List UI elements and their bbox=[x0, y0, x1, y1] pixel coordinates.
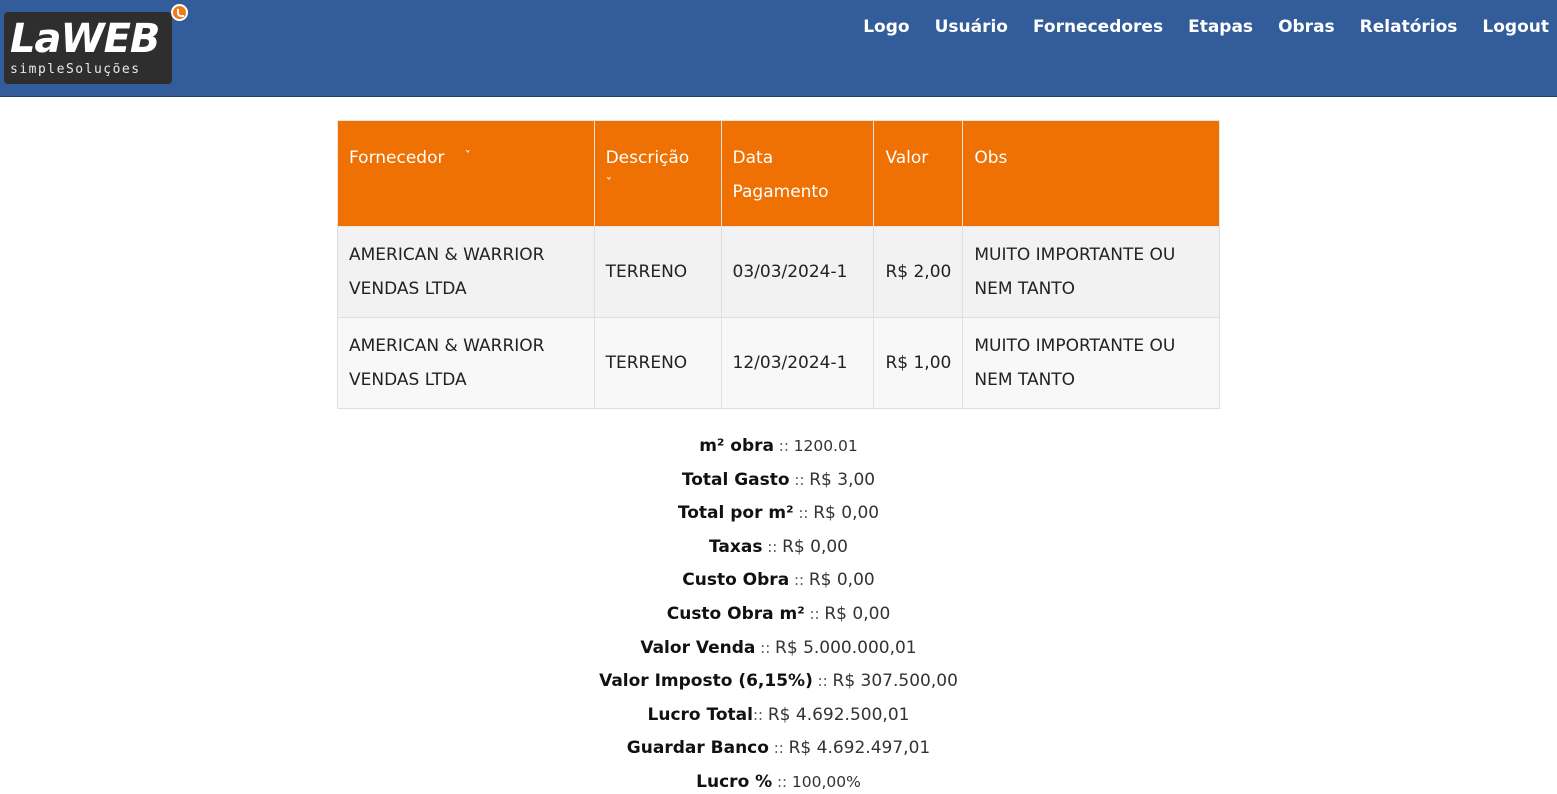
summary-lucro-total: Lucro Total:: R$ 4.692.500,01 bbox=[0, 697, 1557, 731]
nav-logout[interactable]: Logout bbox=[1482, 14, 1549, 40]
summary-valor-venda: Valor Venda :: R$ 5.000.000,01 bbox=[0, 630, 1557, 664]
summary-label: Taxas bbox=[709, 536, 763, 557]
summary-separator: :: bbox=[752, 705, 768, 724]
col-header-valor: Valor bbox=[873, 120, 964, 227]
summary-total-gasto: Total Gasto :: R$ 3,00 bbox=[0, 462, 1557, 496]
summary-value: 100,00% bbox=[791, 772, 861, 791]
summary-custo-obra: Custo Obra :: R$ 0,00 bbox=[0, 562, 1557, 596]
summary-separator: :: bbox=[804, 604, 825, 623]
logo-badge-icon bbox=[171, 4, 188, 21]
col-header-fornecedor[interactable]: Fornecedor ˇ bbox=[337, 120, 595, 227]
cell-fornecedor-line2: VENDAS LTDA bbox=[349, 279, 467, 299]
nav-fornecedores[interactable]: Fornecedores bbox=[1033, 14, 1163, 40]
summary-value: R$ 0,00 bbox=[808, 570, 875, 591]
table-row: AMERICAN & WARRIOR VENDAS LTDA TERRENO 1… bbox=[337, 317, 1220, 409]
summary-label: Total por m² bbox=[677, 503, 794, 524]
col-header-descricao[interactable]: Descrição ˇ bbox=[593, 120, 722, 227]
summary-label: Custo Obra m² bbox=[666, 603, 805, 624]
col-header-data-label: Data bbox=[732, 148, 774, 168]
summary-guardar-banco: Guardar Banco :: R$ 4.692.497,01 bbox=[0, 730, 1557, 764]
summary-value: R$ 307.500,00 bbox=[832, 671, 958, 692]
summary-label: Custo Obra bbox=[682, 570, 790, 591]
main-nav: Logo Usuário Fornecedores Etapas Obras R… bbox=[838, 14, 1549, 40]
col-header-obs: Obs bbox=[962, 120, 1220, 227]
summary-value: R$ 0,00 bbox=[824, 603, 891, 624]
summary-separator: :: bbox=[768, 739, 789, 758]
summary-label: Lucro Total bbox=[647, 704, 753, 725]
summary-label: Valor Venda bbox=[640, 637, 756, 658]
summary-value: R$ 4.692.497,01 bbox=[788, 738, 931, 759]
summary-value: R$ 4.692.500,01 bbox=[767, 704, 910, 725]
col-header-valor-label: Valor bbox=[885, 148, 929, 168]
col-header-descricao-label: Descrição bbox=[605, 148, 690, 168]
summary-separator: :: bbox=[774, 437, 794, 455]
summary-label: Valor Imposto (6,15%) bbox=[599, 671, 813, 692]
summary-value: R$ 0,00 bbox=[782, 536, 848, 557]
summary-m2-obra: m² obra :: 1200.01 bbox=[0, 428, 1557, 462]
cell-descricao: TERRENO bbox=[593, 226, 722, 318]
summary-separator: :: bbox=[789, 571, 809, 590]
summary-separator: :: bbox=[762, 537, 783, 556]
payments-table: Fornecedor ˇ Descrição ˇ Data Pagamento V… bbox=[337, 120, 1220, 409]
financial-summary: m² obra :: 1200.01 Total Gasto :: R$ 3,0… bbox=[0, 428, 1557, 794]
summary-value: R$ 0,00 bbox=[813, 503, 880, 524]
summary-separator: :: bbox=[772, 772, 792, 791]
sort-icon[interactable]: ˇ bbox=[464, 141, 471, 175]
nav-obras[interactable]: Obras bbox=[1278, 14, 1335, 40]
cell-descricao: TERRENO bbox=[593, 317, 722, 409]
table-header-row: Fornecedor ˇ Descrição ˇ Data Pagamento V… bbox=[337, 120, 1220, 227]
cell-fornecedor: AMERICAN & WARRIOR VENDAS LTDA bbox=[337, 317, 595, 409]
col-header-fornecedor-label: Fornecedor bbox=[349, 148, 445, 168]
summary-lucro-percent: Lucro % :: 100,00% bbox=[0, 764, 1557, 794]
summary-separator: :: bbox=[755, 638, 776, 657]
summary-custo-obra-m2: Custo Obra m² :: R$ 0,00 bbox=[0, 596, 1557, 630]
summary-separator: :: bbox=[812, 672, 833, 691]
summary-separator: :: bbox=[793, 504, 814, 523]
summary-label: Total Gasto bbox=[681, 469, 790, 490]
summary-value: R$ 5.000.000,01 bbox=[775, 637, 917, 658]
summary-value: R$ 3,00 bbox=[809, 469, 876, 490]
nav-usuario[interactable]: Usuário bbox=[935, 14, 1008, 40]
nav-logo[interactable]: Logo bbox=[863, 14, 909, 40]
logo-tagline: simpleSoluções bbox=[10, 62, 141, 77]
summary-value: 1200.01 bbox=[793, 437, 858, 455]
summary-taxas: Taxas :: R$ 0,00 bbox=[0, 529, 1557, 563]
cell-obs-line2: NEM TANTO bbox=[974, 279, 1076, 299]
top-navbar: LaWEB simpleSoluções Logo Usuário Fornec… bbox=[0, 0, 1557, 97]
cell-fornecedor-line1: AMERICAN & WARRIOR bbox=[349, 336, 545, 356]
nav-etapas[interactable]: Etapas bbox=[1188, 14, 1253, 40]
cell-data: 12/03/2024-1 bbox=[720, 317, 875, 409]
summary-separator: :: bbox=[789, 470, 810, 489]
summary-label: Guardar Banco bbox=[626, 738, 769, 759]
cell-fornecedor-line1: AMERICAN & WARRIOR bbox=[349, 245, 545, 265]
col-header-data-pagamento: Data Pagamento bbox=[720, 120, 875, 227]
col-header-obs-label: Obs bbox=[974, 148, 1008, 168]
cell-obs-line1: MUITO IMPORTANTE OU bbox=[974, 245, 1176, 265]
table-row: AMERICAN & WARRIOR VENDAS LTDA TERRENO 0… bbox=[337, 226, 1220, 318]
summary-label: m² obra bbox=[699, 436, 775, 456]
summary-label: Lucro % bbox=[696, 771, 773, 792]
col-header-pagamento-label: Pagamento bbox=[732, 182, 829, 202]
cell-valor: R$ 1,00 bbox=[873, 317, 964, 409]
cell-obs: MUITO IMPORTANTE OU NEM TANTO bbox=[962, 226, 1220, 318]
cell-obs-line2: NEM TANTO bbox=[974, 370, 1076, 390]
cell-data: 03/03/2024-1 bbox=[720, 226, 875, 318]
summary-total-por-m2: Total por m² :: R$ 0,00 bbox=[0, 495, 1557, 529]
cell-fornecedor: AMERICAN & WARRIOR VENDAS LTDA bbox=[337, 226, 595, 318]
cell-valor: R$ 2,00 bbox=[873, 226, 964, 318]
cell-obs-line1: MUITO IMPORTANTE OU bbox=[974, 336, 1176, 356]
sort-icon[interactable]: ˇ bbox=[606, 175, 710, 195]
summary-valor-imposto: Valor Imposto (6,15%) :: R$ 307.500,00 bbox=[0, 663, 1557, 697]
cell-fornecedor-line2: VENDAS LTDA bbox=[349, 370, 467, 390]
cell-obs: MUITO IMPORTANTE OU NEM TANTO bbox=[962, 317, 1220, 409]
logo-wordmark: LaWEB bbox=[10, 16, 160, 62]
brand-logo[interactable]: LaWEB simpleSoluções bbox=[4, 12, 172, 84]
nav-relatorios[interactable]: Relatórios bbox=[1360, 14, 1458, 40]
